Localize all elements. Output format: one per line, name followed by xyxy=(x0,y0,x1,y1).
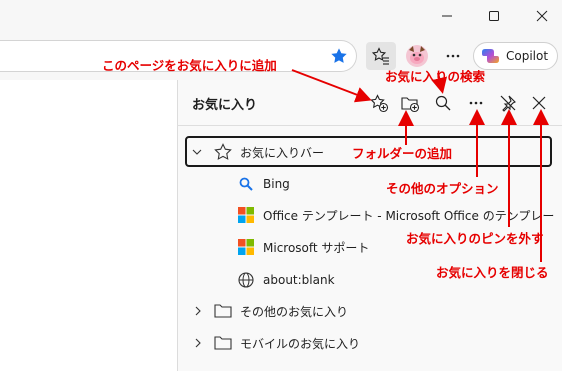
annotation-close: お気に入りを閉じる xyxy=(436,265,549,280)
annotation-more-options: その他のオプション xyxy=(386,181,499,196)
annotation-unpin: お気に入りのピンを外す xyxy=(406,231,544,246)
annotation-search: お気に入りの検索 xyxy=(385,69,486,84)
annotation-add-folder: フォルダーの追加 xyxy=(352,146,453,161)
annotation-add-current: このページをお気に入りに追加 xyxy=(102,58,277,73)
arrow-add-current xyxy=(291,69,372,103)
